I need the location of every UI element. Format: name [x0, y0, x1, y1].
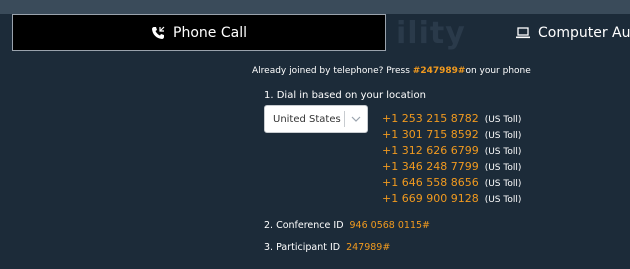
participant-id-label: 3. Participant ID [264, 242, 341, 253]
participant-id-value: 247989# [346, 242, 391, 253]
chevron-down-icon [345, 116, 367, 122]
audio-tabs: ility Phone Call Computer Audio [0, 14, 630, 52]
already-joined-suffix: on your phone [465, 66, 531, 76]
toll-type: (US Toll) [484, 163, 522, 173]
toll-type: (US Toll) [484, 179, 522, 189]
dial-in-number[interactable]: +1 253 215 8782 [382, 112, 479, 125]
toll-type: (US Toll) [484, 131, 522, 141]
dial-in-number[interactable]: +1 346 248 7799 [382, 160, 479, 173]
tab-computer-audio-label: Computer Audio [538, 24, 630, 41]
list-item: +1 646 558 8656 (US Toll) [382, 173, 521, 189]
list-item: +1 312 626 6799 (US Toll) [382, 141, 521, 157]
already-joined-prefix: Already joined by telephone? Press [252, 66, 413, 76]
dial-in-number[interactable]: +1 312 626 6799 [382, 144, 479, 157]
tab-phone-call[interactable]: Phone Call [12, 14, 386, 51]
conference-id-row: 2. Conference ID 946 0568 0115# [264, 220, 430, 231]
country-select-value: United States ... [273, 113, 344, 125]
dial-in-step-label: 1. Dial in based on your location [264, 90, 426, 101]
toll-type: (US Toll) [484, 195, 522, 205]
background-watermark-text: ility [396, 16, 466, 51]
already-joined-text: Already joined by telephone? Press #2479… [252, 66, 531, 76]
country-select[interactable]: United States ... [264, 105, 368, 133]
toll-type: (US Toll) [484, 147, 522, 157]
dial-in-number-list: +1 253 215 8782 (US Toll) +1 301 715 8592… [382, 109, 521, 205]
tab-computer-audio[interactable]: Computer Audio [516, 14, 630, 51]
list-item: +1 346 248 7799 (US Toll) [382, 157, 521, 173]
phone-icon [151, 26, 165, 40]
toll-type: (US Toll) [484, 115, 522, 125]
list-item: +1 253 215 8782 (US Toll) [382, 109, 521, 125]
dial-in-number[interactable]: +1 646 558 8656 [382, 176, 479, 189]
list-item: +1 301 715 8592 (US Toll) [382, 125, 521, 141]
tab-phone-call-label: Phone Call [173, 24, 247, 41]
participant-id-row: 3. Participant ID 247989# [264, 242, 390, 253]
list-item: +1 669 900 9128 (US Toll) [382, 189, 521, 205]
conference-id-label: 2. Conference ID [264, 220, 344, 231]
dial-in-number[interactable]: +1 301 715 8592 [382, 128, 479, 141]
participant-code-inline: #247989# [412, 66, 466, 76]
dial-in-number[interactable]: +1 669 900 9128 [382, 192, 479, 205]
top-strip [0, 0, 630, 14]
conference-id-value: 946 0568 0115# [349, 220, 431, 231]
laptop-icon [516, 26, 530, 39]
phone-call-panel: Already joined by telephone? Press #2479… [0, 52, 630, 269]
audio-dialog: ility Phone Call Computer Audio [0, 0, 630, 269]
